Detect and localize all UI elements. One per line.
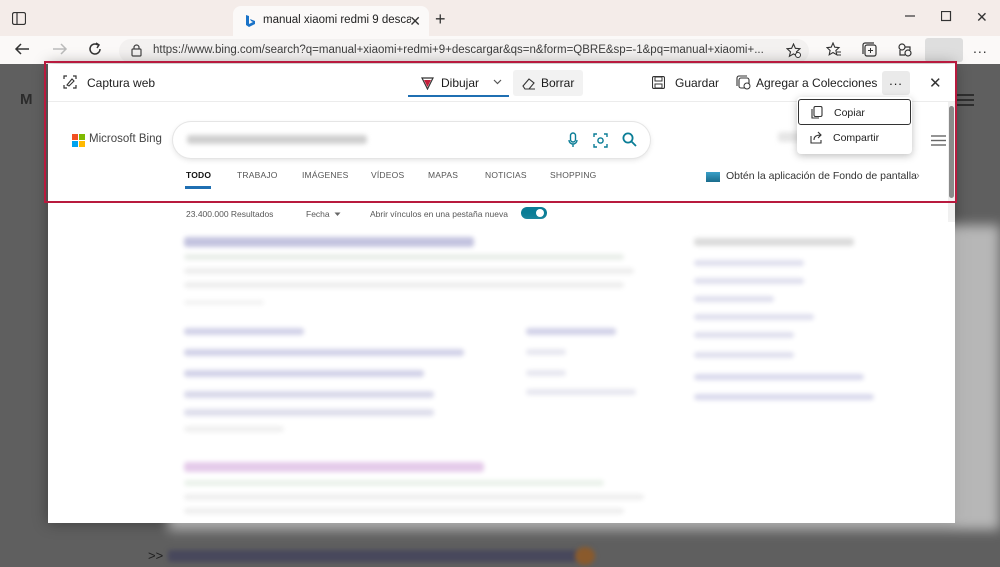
bing-logo-icon (244, 14, 256, 28)
tab-videos[interactable]: VÍDEOS (371, 170, 404, 180)
background-menu-icon (956, 94, 974, 106)
wallpaper-app-icon (706, 172, 720, 182)
tab-noticias[interactable]: NOTICIAS (485, 170, 527, 180)
background-blurred-link (168, 550, 578, 562)
tab-imagenes[interactable]: IMÁGENES (302, 170, 348, 180)
search-icon[interactable] (622, 132, 637, 147)
chevron-down-icon[interactable] (493, 77, 502, 86)
pen-icon (421, 77, 434, 90)
scrollbar-thumb[interactable] (949, 106, 954, 198)
tab-close-icon[interactable]: ✕ (409, 13, 421, 30)
search-box[interactable] (173, 122, 650, 158)
forward-icon[interactable] (52, 42, 68, 56)
new-tab-toggle-label: Abrir vínculos en una pestaña nueva (370, 209, 508, 219)
browser-tab[interactable]: manual xiaomi redmi 9 descargar - Buscar… (233, 6, 429, 36)
visual-search-icon[interactable] (593, 133, 608, 148)
draw-button[interactable]: Dibujar (408, 69, 509, 97)
navigation-bar: https://www.bing.com/search?q=manual+xia… (0, 36, 1000, 64)
copy-icon (811, 106, 823, 119)
tab-shopping[interactable]: SHOPPING (550, 170, 596, 180)
hamburger-menu-icon[interactable] (931, 135, 946, 146)
wallpaper-promo-link[interactable]: Obtén la aplicación de Fondo de pantalla (726, 170, 917, 182)
save-icon (652, 76, 665, 89)
date-filter-chevron-icon[interactable] (334, 212, 341, 217)
more-icon[interactable]: ... (973, 40, 988, 56)
title-bar: manual xiaomi redmi 9 descargar - Buscar… (0, 0, 1000, 36)
background-footer-text: >> (148, 548, 164, 563)
results-count: 23.400.000 Resultados (186, 209, 274, 219)
erase-button[interactable]: Borrar (513, 70, 583, 96)
menu-item-share[interactable]: Compartir (798, 125, 911, 151)
profile-icon[interactable] (925, 38, 963, 62)
draw-label: Dibujar (441, 76, 480, 90)
url-text: https://www.bing.com/search?q=manual+xia… (153, 44, 764, 56)
tab-title: manual xiaomi redmi 9 descargar - Buscar (263, 14, 411, 26)
tab-trabajo[interactable]: TRABAJO (237, 170, 278, 180)
add-to-collections-button[interactable]: Agregar a Colecciones (756, 76, 877, 90)
more-options-menu: Copiar Compartir (797, 97, 912, 154)
more-options-button[interactable]: ... (882, 71, 910, 95)
maximize-icon[interactable] (941, 11, 952, 22)
new-tab-button[interactable]: + (435, 9, 446, 30)
window-close-icon[interactable]: ✕ (976, 9, 988, 26)
collections-icon[interactable] (862, 42, 878, 58)
microsoft-logo-icon (72, 134, 85, 147)
capture-title: Captura web (87, 76, 156, 90)
capture-close-icon[interactable]: ✕ (929, 74, 942, 92)
add-to-collections-icon (736, 75, 751, 90)
address-bar[interactable]: https://www.bing.com/search?q=manual+xia… (119, 39, 809, 63)
tab-mapas[interactable]: MAPAS (428, 170, 458, 180)
copy-label: Copiar (834, 107, 865, 119)
bing-logo-text: Microsoft Bing (89, 133, 162, 145)
web-capture-icon (63, 75, 77, 89)
save-button[interactable]: Guardar (675, 76, 719, 90)
microphone-icon[interactable] (568, 132, 578, 148)
lock-icon[interactable] (131, 44, 142, 57)
background-logo: M (20, 91, 33, 108)
minimize-icon[interactable] (904, 10, 916, 22)
chevron-right-icon[interactable]: › (916, 170, 920, 182)
blur-overlay (168, 225, 1000, 530)
extensions-icon[interactable] (897, 42, 913, 58)
background-blurred-icon (575, 547, 595, 565)
search-query-blurred (187, 135, 367, 144)
back-icon[interactable] (14, 42, 30, 56)
scrollbar-track[interactable] (948, 102, 955, 222)
toggle-knob (536, 209, 544, 217)
share-label: Compartir (833, 132, 880, 144)
erase-label: Borrar (541, 76, 575, 90)
refresh-icon[interactable] (87, 41, 103, 57)
favorites-icon[interactable] (826, 42, 842, 57)
eraser-icon (522, 77, 536, 90)
menu-item-copy[interactable]: Copiar (798, 99, 911, 125)
tab-todo[interactable]: TODO (186, 170, 211, 180)
tab-actions-icon[interactable] (12, 12, 26, 25)
active-tab-indicator (185, 186, 211, 189)
new-tab-toggle[interactable] (521, 207, 547, 219)
date-filter[interactable]: Fecha (306, 209, 330, 219)
favorite-add-icon[interactable] (786, 43, 801, 58)
share-icon (810, 131, 823, 144)
